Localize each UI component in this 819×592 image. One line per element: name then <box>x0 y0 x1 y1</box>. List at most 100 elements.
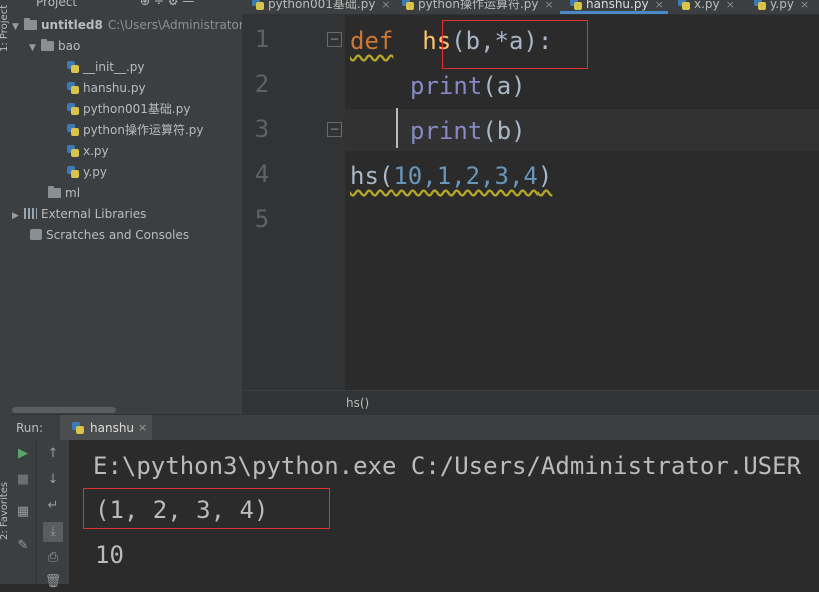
line-number: 3 <box>254 115 270 143</box>
tab-x[interactable]: x.py × <box>678 0 735 14</box>
tree-item-x[interactable]: x.py <box>67 141 109 162</box>
breadcrumb: hs() <box>242 390 819 415</box>
tree-item-label: ml <box>65 186 81 200</box>
favorites-side-tab[interactable]: 2: Favorites <box>0 482 10 540</box>
line-number: 2 <box>254 70 270 98</box>
project-tree: ▼ untitled8 C:\Users\Administrator ▼ bao __… <box>10 10 244 406</box>
project-path: C:\Users\Administrator <box>107 18 244 32</box>
tab-label: x.py <box>694 0 720 11</box>
python-file-icon <box>67 61 79 73</box>
tab-label: hanshu.py <box>586 0 649 11</box>
folder-icon <box>41 39 54 51</box>
active-tab-indicator <box>560 11 668 14</box>
tree-item-label: __init__.py <box>83 60 145 74</box>
tree-item-ml[interactable]: ml <box>48 183 80 204</box>
builtin-print: print <box>410 72 483 100</box>
editor-gutter: 1 2 3 4 5 − − <box>242 15 345 390</box>
scratches-icon <box>30 229 42 240</box>
project-side-tab[interactable]: 1: Project <box>0 5 10 52</box>
console-line-output: 10 <box>95 541 124 569</box>
project-panel-header: Project ⊕ ÷ ⚙ — <box>10 0 242 10</box>
close-icon[interactable]: × <box>381 0 390 11</box>
run-tab-label: hanshu <box>90 421 135 435</box>
code-line-2: print(a) <box>410 72 526 100</box>
print-args: (b) <box>482 117 526 145</box>
tree-item-python-operators[interactable]: python操作运算符.py <box>67 120 204 141</box>
trash-icon[interactable]: 🗑 <box>43 572 63 592</box>
pin-icon[interactable]: ✎ <box>13 536 33 556</box>
tab-python-operators[interactable]: python操作运算符.py × <box>402 0 554 14</box>
tree-item-untitled8[interactable]: ▼ untitled8 C:\Users\Administrator <box>12 15 244 36</box>
tree-item-label: y.py <box>83 165 107 179</box>
library-icon <box>24 208 37 219</box>
run-panel-header: Run: hanshu × <box>10 414 819 441</box>
indent-guide <box>396 108 398 148</box>
tree-item-y[interactable]: y.py <box>67 162 107 183</box>
tree-item-label: untitled8 <box>41 18 103 32</box>
scrollbar-thumb[interactable] <box>12 407 116 413</box>
tree-item-label: x.py <box>83 144 109 158</box>
tree-item-hanshu[interactable]: hanshu.py <box>67 78 146 99</box>
project-horizontal-scrollbar[interactable] <box>10 406 242 414</box>
print-args: (a) <box>482 72 526 100</box>
line-number: 4 <box>254 160 270 188</box>
fold-collapse-icon[interactable]: − <box>327 32 342 47</box>
call-args: 10,1,2,3,4 <box>393 162 538 190</box>
tree-item-label: bao <box>58 39 81 53</box>
soft-wrap-icon[interactable]: ↵ <box>43 496 63 516</box>
python-file-icon <box>678 0 690 10</box>
line-number: 5 <box>254 205 270 233</box>
tree-item-label: External Libraries <box>41 207 147 221</box>
tree-item-bao[interactable]: ▼ bao <box>29 36 80 57</box>
fold-end-icon[interactable]: − <box>327 122 342 137</box>
project-panel-tools[interactable]: ⊕ ÷ ⚙ — <box>140 0 194 8</box>
call-name: hs( <box>350 162 394 190</box>
project-panel-title[interactable]: Project <box>36 0 77 9</box>
console-line-command: E:\python3\python.exe C:/Users/Administr… <box>93 452 802 480</box>
close-icon[interactable]: × <box>726 0 735 11</box>
chevron-right-icon[interactable]: ▶ <box>12 206 24 227</box>
call-close: ) <box>537 162 553 190</box>
code-line-3: print(b) <box>410 117 526 145</box>
tree-item-python001[interactable]: python001基础.py <box>67 99 190 120</box>
print-icon[interactable]: ⎙ <box>43 548 63 568</box>
tree-item-label: Scratches and Consoles <box>46 228 190 242</box>
python-file-icon <box>252 0 264 10</box>
layout-icon[interactable]: ▦ <box>13 502 33 522</box>
close-icon[interactable]: × <box>800 0 809 11</box>
python-file-icon <box>67 166 79 178</box>
python-file-icon <box>67 82 79 94</box>
arrow-up-icon[interactable]: ↑ <box>43 444 63 464</box>
arrow-down-icon[interactable]: ↓ <box>43 470 63 490</box>
python-file-icon <box>67 145 79 157</box>
tab-label: y.py <box>770 0 794 11</box>
code-line-4: hs(10,1,2,3,4) <box>350 162 552 190</box>
close-icon[interactable]: × <box>655 0 664 11</box>
tree-item-scratches[interactable]: Scratches and Consoles <box>30 225 189 246</box>
python-file-icon <box>67 124 79 136</box>
chevron-down-icon[interactable]: ▼ <box>29 38 41 59</box>
python-file-icon <box>72 422 84 434</box>
scroll-to-end-icon[interactable]: ⤓ <box>43 522 63 542</box>
python-file-icon <box>402 0 414 10</box>
close-icon[interactable]: × <box>545 0 554 11</box>
run-tab-hanshu[interactable]: hanshu × <box>60 415 152 441</box>
chevron-down-icon[interactable]: ▼ <box>12 17 24 38</box>
stop-icon[interactable]: ■ <box>13 470 33 490</box>
folder-icon <box>24 18 37 30</box>
tab-label: python操作运算符.py <box>418 0 539 11</box>
editor-tab-bar: python001基础.py × python操作运算符.py × hanshu.p… <box>242 0 819 15</box>
tab-python001[interactable]: python001基础.py × <box>252 0 391 14</box>
tab-y[interactable]: y.py × <box>754 0 809 14</box>
folder-icon <box>48 186 61 198</box>
tree-item-label: hanshu.py <box>83 81 146 95</box>
line-number: 1 <box>254 25 270 53</box>
tree-item-external-libraries[interactable]: ▶ External Libraries <box>12 204 146 225</box>
tree-item-init[interactable]: __init__.py <box>67 57 145 78</box>
tree-item-label: python操作运算符.py <box>83 123 204 137</box>
breadcrumb-item[interactable]: hs() <box>346 396 369 410</box>
python-file-icon <box>570 0 582 10</box>
highlight-box-output <box>83 488 330 529</box>
rerun-icon[interactable]: ▶ <box>13 444 33 464</box>
close-icon[interactable]: × <box>138 421 147 434</box>
